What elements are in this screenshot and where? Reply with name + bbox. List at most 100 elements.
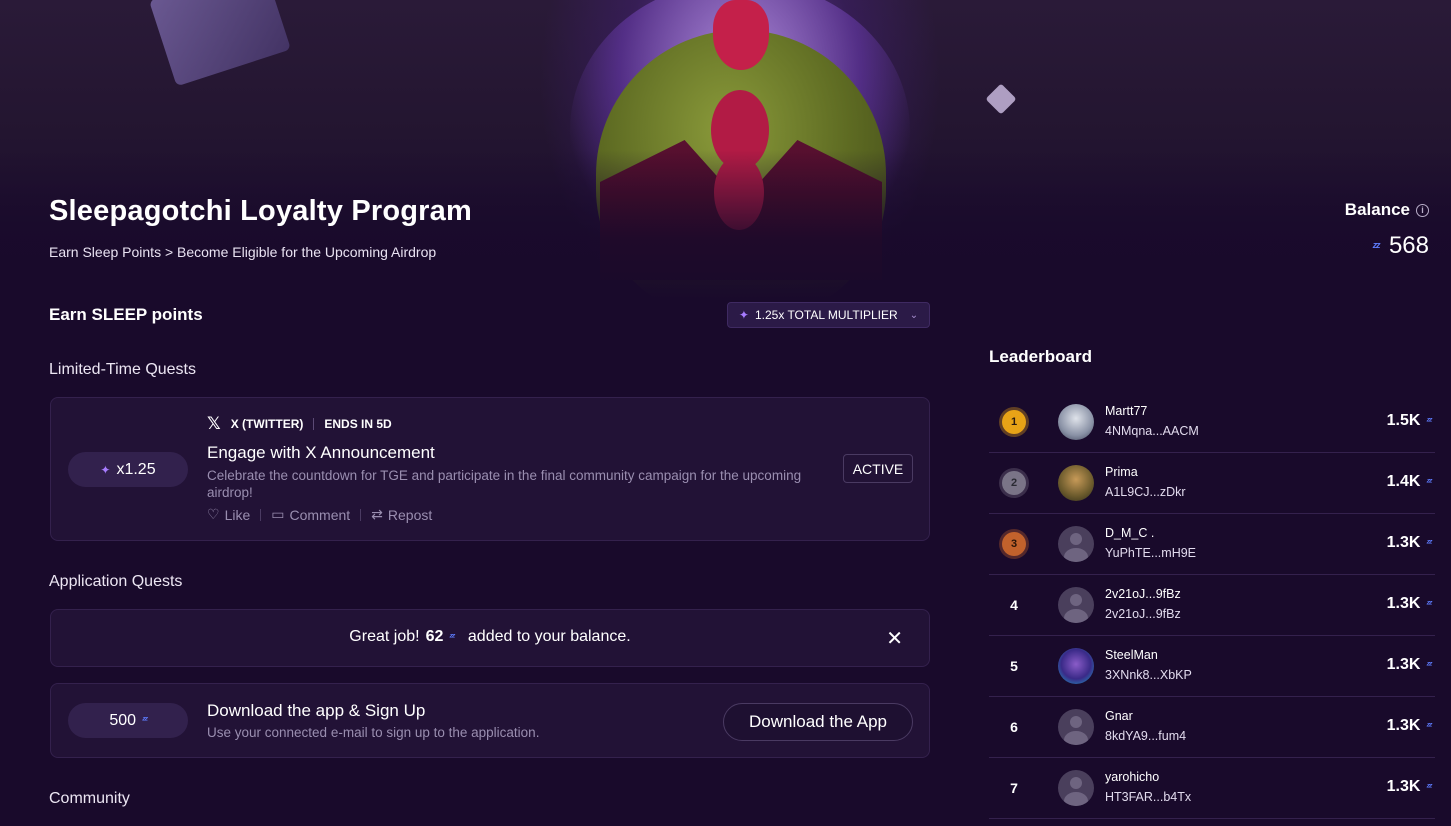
comment-action[interactable]: ▭ Comment bbox=[271, 506, 350, 523]
page-subtitle: Earn Sleep Points > Become Eligible for … bbox=[49, 244, 437, 260]
leaderboard-score: 1.3K ᶻᶻ bbox=[1386, 534, 1432, 552]
leaderboard-row[interactable]: 5 SteelMan 3XNnk8...XbKP 1.3K ᶻᶻ bbox=[989, 636, 1435, 697]
divider bbox=[360, 508, 362, 521]
bronze-medal-icon: 3 bbox=[1002, 532, 1026, 556]
default-avatar-body bbox=[1064, 548, 1088, 562]
rank-cell: 2 bbox=[999, 453, 1029, 513]
quest-title: Engage with X Announcement bbox=[207, 443, 435, 462]
divider bbox=[313, 418, 315, 430]
leaderboard-score: 1.3K ᶻᶻ bbox=[1386, 656, 1432, 674]
zzz-sleep-icon: ᶻᶻ bbox=[1426, 537, 1431, 549]
default-avatar-body bbox=[1064, 792, 1088, 806]
quest-title: Download the app & Sign Up bbox=[207, 701, 426, 720]
leaderboard-title: Leaderboard bbox=[989, 347, 1092, 366]
repost-icon: ⇄ bbox=[371, 506, 383, 522]
zzz-sleep-icon: ᶻᶻ bbox=[449, 631, 454, 643]
balance-block: Balance i ᶻᶻ 568 bbox=[1345, 200, 1429, 260]
toast-amount: 62 bbox=[425, 628, 444, 645]
leaderboard-address: YuPhTE...mH9E bbox=[1105, 546, 1197, 560]
zzz-sleep-icon: ᶻᶻ bbox=[1426, 781, 1431, 793]
avatar bbox=[1058, 465, 1094, 501]
score-value: 1.3K bbox=[1386, 534, 1421, 551]
leaderboard-row[interactable]: 1 Martt77 4NMqna...AACM 1.5K ᶻᶻ bbox=[989, 392, 1435, 453]
leaderboard-list: 1 Martt77 4NMqna...AACM 1.5K ᶻᶻ 2 Prima … bbox=[989, 392, 1435, 819]
status-badge: ACTIVE bbox=[843, 454, 913, 483]
avatar bbox=[1058, 709, 1094, 745]
default-avatar-head bbox=[1070, 533, 1082, 545]
balance-label: Balance bbox=[1344, 200, 1410, 219]
quest-meta: 𝕏 X (TWITTER) ENDS IN 5D bbox=[207, 414, 392, 434]
rank-number: 7 bbox=[1010, 780, 1018, 796]
hero-mascot-crest bbox=[713, 0, 769, 70]
leaderboard-row[interactable]: 2 Prima A1L9CJ...zDkr 1.4K ᶻᶻ bbox=[989, 453, 1435, 514]
zzz-sleep-icon: ᶻᶻ bbox=[1426, 598, 1431, 610]
balance-label-row: Balance i bbox=[1345, 200, 1429, 220]
toast-suffix: added to your balance. bbox=[467, 628, 631, 645]
leaderboard-row[interactable]: 3 D_M_C . YuPhTE...mH9E 1.3K ᶻᶻ bbox=[989, 514, 1435, 575]
sparkle-icon: ✦ bbox=[100, 462, 111, 477]
score-value: 1.4K bbox=[1386, 473, 1421, 490]
gold-medal-icon: 1 bbox=[1002, 410, 1026, 434]
chevron-down-icon: ⌄ bbox=[909, 309, 919, 321]
comment-label: Comment bbox=[289, 506, 351, 523]
leaderboard-row[interactable]: 4 2v21oJ...9fBz 2v21oJ...9fBz 1.3K ᶻᶻ bbox=[989, 575, 1435, 636]
download-app-button[interactable]: Download the App bbox=[723, 703, 913, 741]
divider bbox=[260, 508, 262, 521]
default-avatar-body bbox=[1064, 609, 1088, 623]
leaderboard-score: 1.3K ᶻᶻ bbox=[1386, 717, 1432, 735]
quest-description: Use your connected e-mail to sign up to … bbox=[207, 725, 540, 740]
leaderboard-name: Martt77 bbox=[1105, 404, 1148, 418]
application-quests-heading: Application Quests bbox=[49, 573, 183, 590]
default-avatar-head bbox=[1070, 716, 1082, 728]
like-action[interactable]: ♡ Like bbox=[207, 506, 250, 523]
zzz-sleep-icon: ᶻᶻ bbox=[1426, 415, 1431, 427]
zzz-sleep-icon: ᶻᶻ bbox=[1426, 476, 1431, 488]
quest-description: Celebrate the countdown for TGE and part… bbox=[207, 468, 802, 500]
default-avatar-head bbox=[1070, 777, 1082, 789]
zzz-sleep-icon: ᶻᶻ bbox=[142, 715, 147, 726]
leaderboard-address: HT3FAR...b4Tx bbox=[1105, 790, 1192, 804]
leaderboard-address: A1L9CJ...zDkr bbox=[1105, 485, 1186, 499]
limited-quests-heading: Limited-Time Quests bbox=[49, 361, 196, 378]
total-multiplier-dropdown[interactable]: ✦ 1.25x TOTAL MULTIPLIER ⌄ bbox=[727, 302, 930, 328]
community-heading: Community bbox=[49, 790, 130, 807]
like-label: Like bbox=[224, 506, 251, 523]
leaderboard-address: 4NMqna...AACM bbox=[1105, 424, 1199, 438]
quest-actions: ♡ Like ▭ Comment ⇄ Repost bbox=[207, 506, 432, 523]
leaderboard-name: 2v21oJ...9fBz bbox=[1105, 587, 1181, 601]
score-value: 1.3K bbox=[1386, 595, 1421, 612]
leaderboard-row[interactable]: 6 Gnar 8kdYA9...fum4 1.3K ᶻᶻ bbox=[989, 697, 1435, 758]
leaderboard-name: Gnar bbox=[1105, 709, 1133, 723]
info-icon[interactable]: i bbox=[1416, 203, 1429, 217]
balance-value-row: ᶻᶻ 568 bbox=[1345, 232, 1429, 260]
quest-card-download-app[interactable]: 500 ᶻᶻ Download the app & Sign Up Use yo… bbox=[50, 683, 930, 758]
avatar bbox=[1058, 526, 1094, 562]
default-avatar-body bbox=[1064, 731, 1088, 745]
repost-action[interactable]: ⇄ Repost bbox=[371, 506, 432, 523]
repost-label: Repost bbox=[387, 506, 433, 523]
leaderboard-address: 8kdYA9...fum4 bbox=[1105, 729, 1187, 743]
score-value: 1.5K bbox=[1386, 412, 1421, 429]
score-value: 1.3K bbox=[1386, 717, 1421, 734]
leaderboard-score: 1.4K ᶻᶻ bbox=[1386, 473, 1432, 491]
quest-card-x-announcement[interactable]: ✦ x1.25 𝕏 X (TWITTER) ENDS IN 5D Engage … bbox=[50, 397, 930, 541]
quest-platform: X (TWITTER) bbox=[230, 417, 304, 431]
avatar bbox=[1058, 648, 1094, 684]
avatar bbox=[1058, 404, 1094, 440]
rank-cell: 1 bbox=[999, 392, 1029, 452]
leaderboard-score: 1.5K ᶻᶻ bbox=[1386, 412, 1432, 430]
quest-points-pill: 500 ᶻᶻ bbox=[68, 703, 188, 738]
close-icon[interactable]: ✕ bbox=[886, 626, 903, 651]
leaderboard-row[interactable]: 7 yarohicho HT3FAR...b4Tx 1.3K ᶻᶻ bbox=[989, 758, 1435, 819]
leaderboard-name: Prima bbox=[1105, 465, 1138, 479]
score-value: 1.3K bbox=[1386, 656, 1421, 673]
rank-number: 4 bbox=[1010, 597, 1018, 613]
zzz-sleep-icon: ᶻᶻ bbox=[1426, 659, 1431, 671]
toast-message: Great job! 62 ᶻᶻ added to your balance. bbox=[51, 628, 929, 646]
heart-icon: ♡ bbox=[207, 506, 220, 522]
sparkle-icon: ✦ bbox=[738, 308, 749, 322]
leaderboard-name: yarohicho bbox=[1105, 770, 1160, 784]
hero-sparkle bbox=[985, 83, 1017, 115]
zzz-sleep-icon: ᶻᶻ bbox=[1426, 720, 1431, 732]
leaderboard-name: SteelMan bbox=[1105, 648, 1158, 662]
